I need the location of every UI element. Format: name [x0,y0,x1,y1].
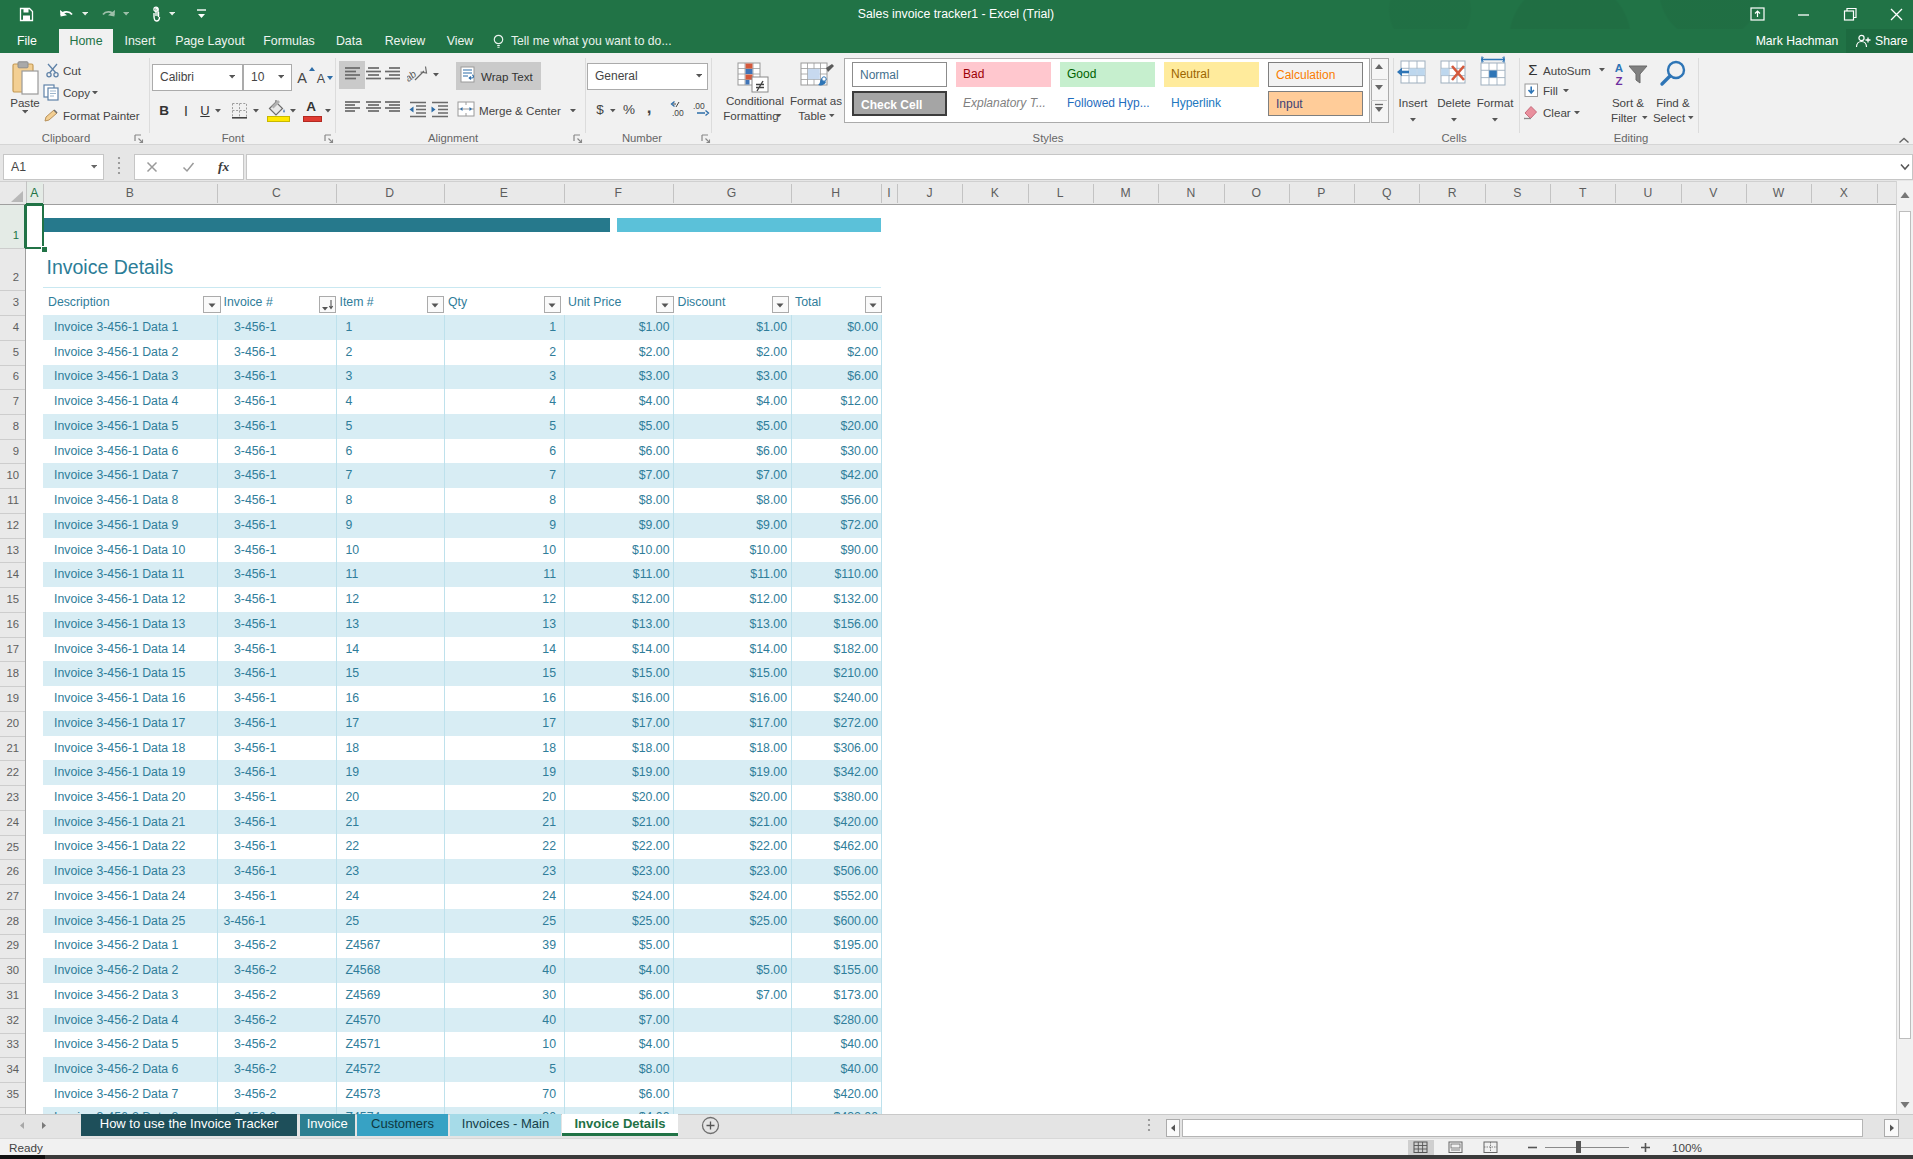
svg-text:ab: ab [407,68,419,84]
